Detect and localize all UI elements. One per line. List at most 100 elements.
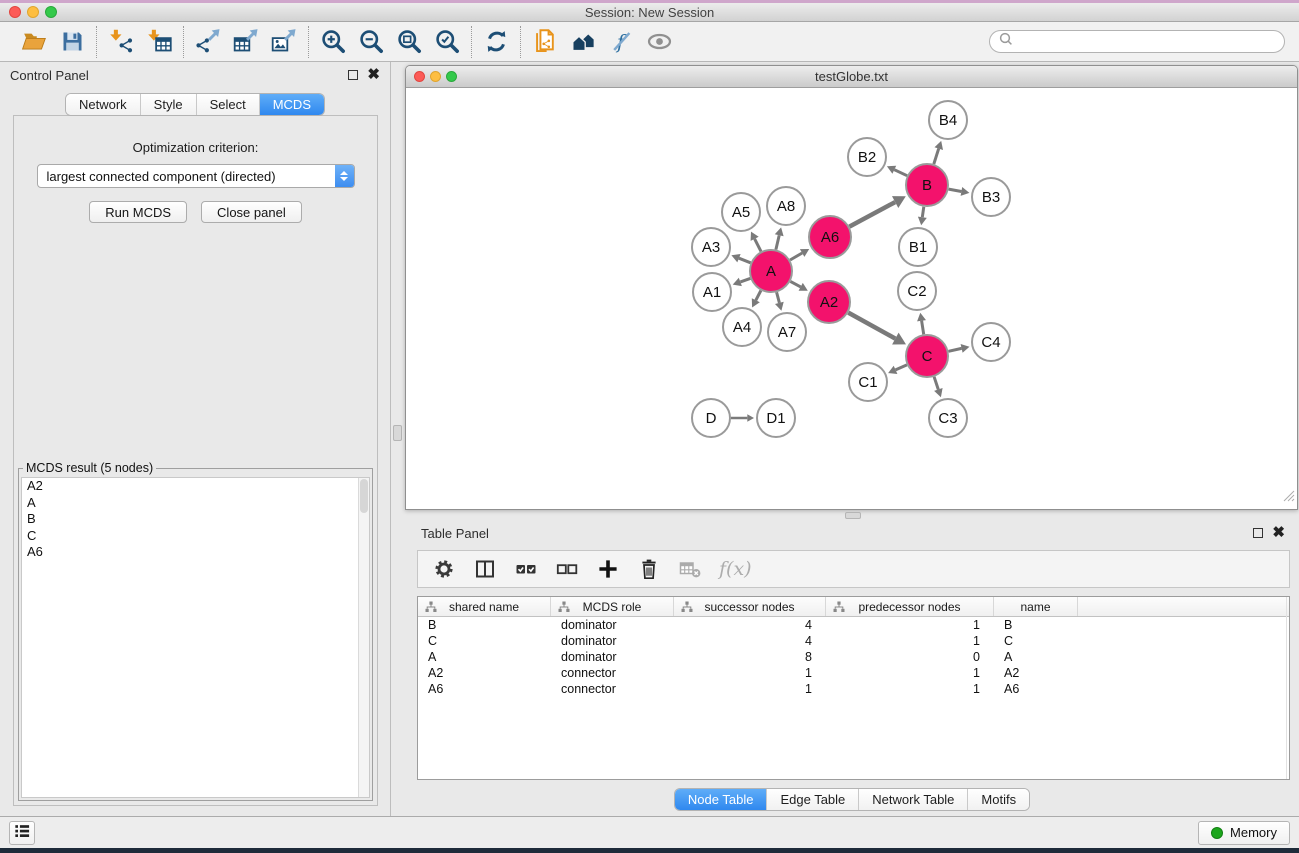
node-B1[interactable]: B1	[899, 228, 937, 266]
edge-A-A4[interactable]	[752, 291, 761, 308]
show-hide-icon[interactable]	[643, 26, 675, 58]
tab-mcds[interactable]: MCDS	[259, 94, 324, 115]
mcds-result-item[interactable]: A2	[22, 478, 369, 495]
node-C3[interactable]: C3	[929, 399, 967, 437]
node-B2[interactable]: B2	[848, 138, 886, 176]
table-row[interactable]: Cdominator41C	[418, 633, 1289, 649]
edge-A-A5[interactable]	[751, 232, 761, 252]
tab-node-table[interactable]: Node Table	[675, 789, 767, 810]
column-header-successor-nodes[interactable]: successor nodes	[674, 597, 826, 616]
edge-A-A6[interactable]	[790, 249, 809, 260]
node-C4[interactable]: C4	[972, 323, 1010, 361]
node-D[interactable]: D	[692, 399, 730, 437]
table-close-panel-icon[interactable]: ✖	[1272, 528, 1285, 538]
edge-D-D1[interactable]	[731, 414, 754, 422]
refresh-icon[interactable]	[480, 26, 512, 58]
node-C1[interactable]: C1	[849, 363, 887, 401]
criterion-dropdown[interactable]: largest connected component (directed)	[37, 164, 355, 188]
table-float-panel-icon[interactable]	[1253, 528, 1263, 538]
search-box[interactable]	[989, 30, 1285, 53]
node-A[interactable]: A	[750, 250, 792, 292]
edge-A-A1[interactable]	[733, 278, 751, 286]
edge-A6-B[interactable]	[849, 196, 905, 227]
export-table-icon[interactable]	[230, 26, 262, 58]
float-panel-icon[interactable]	[348, 70, 358, 80]
add-column-icon[interactable]	[596, 554, 620, 584]
edge-A-A7[interactable]	[775, 292, 784, 310]
edge-C-C3[interactable]	[934, 377, 943, 397]
node-A8[interactable]: A8	[767, 187, 805, 225]
tab-network[interactable]: Network	[66, 94, 140, 115]
horizontal-splitter-handle[interactable]	[845, 512, 861, 519]
node-A5[interactable]: A5	[722, 193, 760, 231]
import-network-icon[interactable]	[105, 26, 137, 58]
table-scrollbar[interactable]	[1286, 597, 1289, 779]
edge-B-B1[interactable]	[918, 207, 927, 225]
gear-icon[interactable]	[432, 554, 456, 584]
run-mcds-button[interactable]: Run MCDS	[89, 201, 187, 223]
edge-A2-C[interactable]	[848, 313, 906, 345]
import-table-icon[interactable]	[143, 26, 175, 58]
edge-B-B3[interactable]	[949, 187, 970, 196]
node-A7[interactable]: A7	[768, 313, 806, 351]
show-panels-button[interactable]	[9, 821, 35, 845]
node-A1[interactable]: A1	[693, 273, 731, 311]
edge-C-C4[interactable]	[949, 344, 970, 353]
node-A4[interactable]: A4	[723, 308, 761, 346]
result-scroll-thumb[interactable]	[360, 479, 368, 513]
edge-A-A8[interactable]	[775, 227, 784, 249]
close-panel-icon[interactable]: ✖	[367, 70, 380, 80]
table-row[interactable]: A2connector11A2	[418, 665, 1289, 681]
edge-B-B4[interactable]	[934, 141, 943, 164]
tab-select[interactable]: Select	[196, 94, 259, 115]
zoom-selected-icon[interactable]	[431, 26, 463, 58]
tab-network-table[interactable]: Network Table	[858, 789, 967, 810]
mcds-result-item[interactable]: C	[22, 528, 369, 545]
trash-icon[interactable]	[637, 554, 661, 584]
memory-button[interactable]: Memory	[1198, 821, 1290, 845]
resize-grip-icon[interactable]	[1283, 489, 1295, 507]
select-all-icon[interactable]	[514, 554, 538, 584]
open-folder-icon[interactable]	[18, 26, 50, 58]
edge-C-C2[interactable]	[917, 313, 926, 335]
zoom-fit-icon[interactable]	[393, 26, 425, 58]
save-icon[interactable]	[56, 26, 88, 58]
edge-A-A2[interactable]	[790, 281, 807, 290]
column-header-predecessor-nodes[interactable]: predecessor nodes	[826, 597, 994, 616]
node-B[interactable]: B	[906, 164, 948, 206]
node-A3[interactable]: A3	[692, 228, 730, 266]
edge-C-C1[interactable]	[888, 365, 907, 374]
close-panel-button[interactable]: Close panel	[201, 201, 302, 223]
node-C2[interactable]: C2	[898, 272, 936, 310]
result-list-scrollbar[interactable]	[358, 478, 369, 797]
export-image-icon[interactable]	[268, 26, 300, 58]
horizontal-splitter[interactable]	[405, 510, 1299, 520]
mcds-result-item[interactable]: B	[22, 511, 369, 528]
vertical-splitter-handle[interactable]	[393, 425, 402, 441]
tab-style[interactable]: Style	[140, 94, 196, 115]
mcds-result-item[interactable]: A	[22, 495, 369, 512]
column-header-name[interactable]: name	[994, 597, 1078, 616]
edge-B-B2[interactable]	[887, 166, 907, 176]
edge-A-A3[interactable]	[731, 254, 750, 263]
table-row[interactable]: A6connector11A6	[418, 681, 1289, 697]
columns-icon[interactable]	[473, 554, 497, 584]
column-header-mcds-role[interactable]: MCDS role	[551, 597, 674, 616]
node-C[interactable]: C	[906, 335, 948, 377]
function-icon[interactable]: f	[605, 26, 637, 58]
node-D1[interactable]: D1	[757, 399, 795, 437]
zoom-in-icon[interactable]	[317, 26, 349, 58]
node-B4[interactable]: B4	[929, 101, 967, 139]
mcds-result-item[interactable]: A6	[22, 544, 369, 561]
browser-icon[interactable]	[567, 26, 599, 58]
tab-edge-table[interactable]: Edge Table	[766, 789, 858, 810]
column-header-shared-name[interactable]: shared name	[418, 597, 551, 616]
zoom-out-icon[interactable]	[355, 26, 387, 58]
deselect-all-icon[interactable]	[555, 554, 579, 584]
vertical-splitter[interactable]	[391, 62, 405, 816]
node-A2[interactable]: A2	[808, 281, 850, 323]
tab-motifs[interactable]: Motifs	[967, 789, 1029, 810]
node-A6[interactable]: A6	[809, 216, 851, 258]
search-input[interactable]	[1014, 35, 1276, 49]
node-B3[interactable]: B3	[972, 178, 1010, 216]
